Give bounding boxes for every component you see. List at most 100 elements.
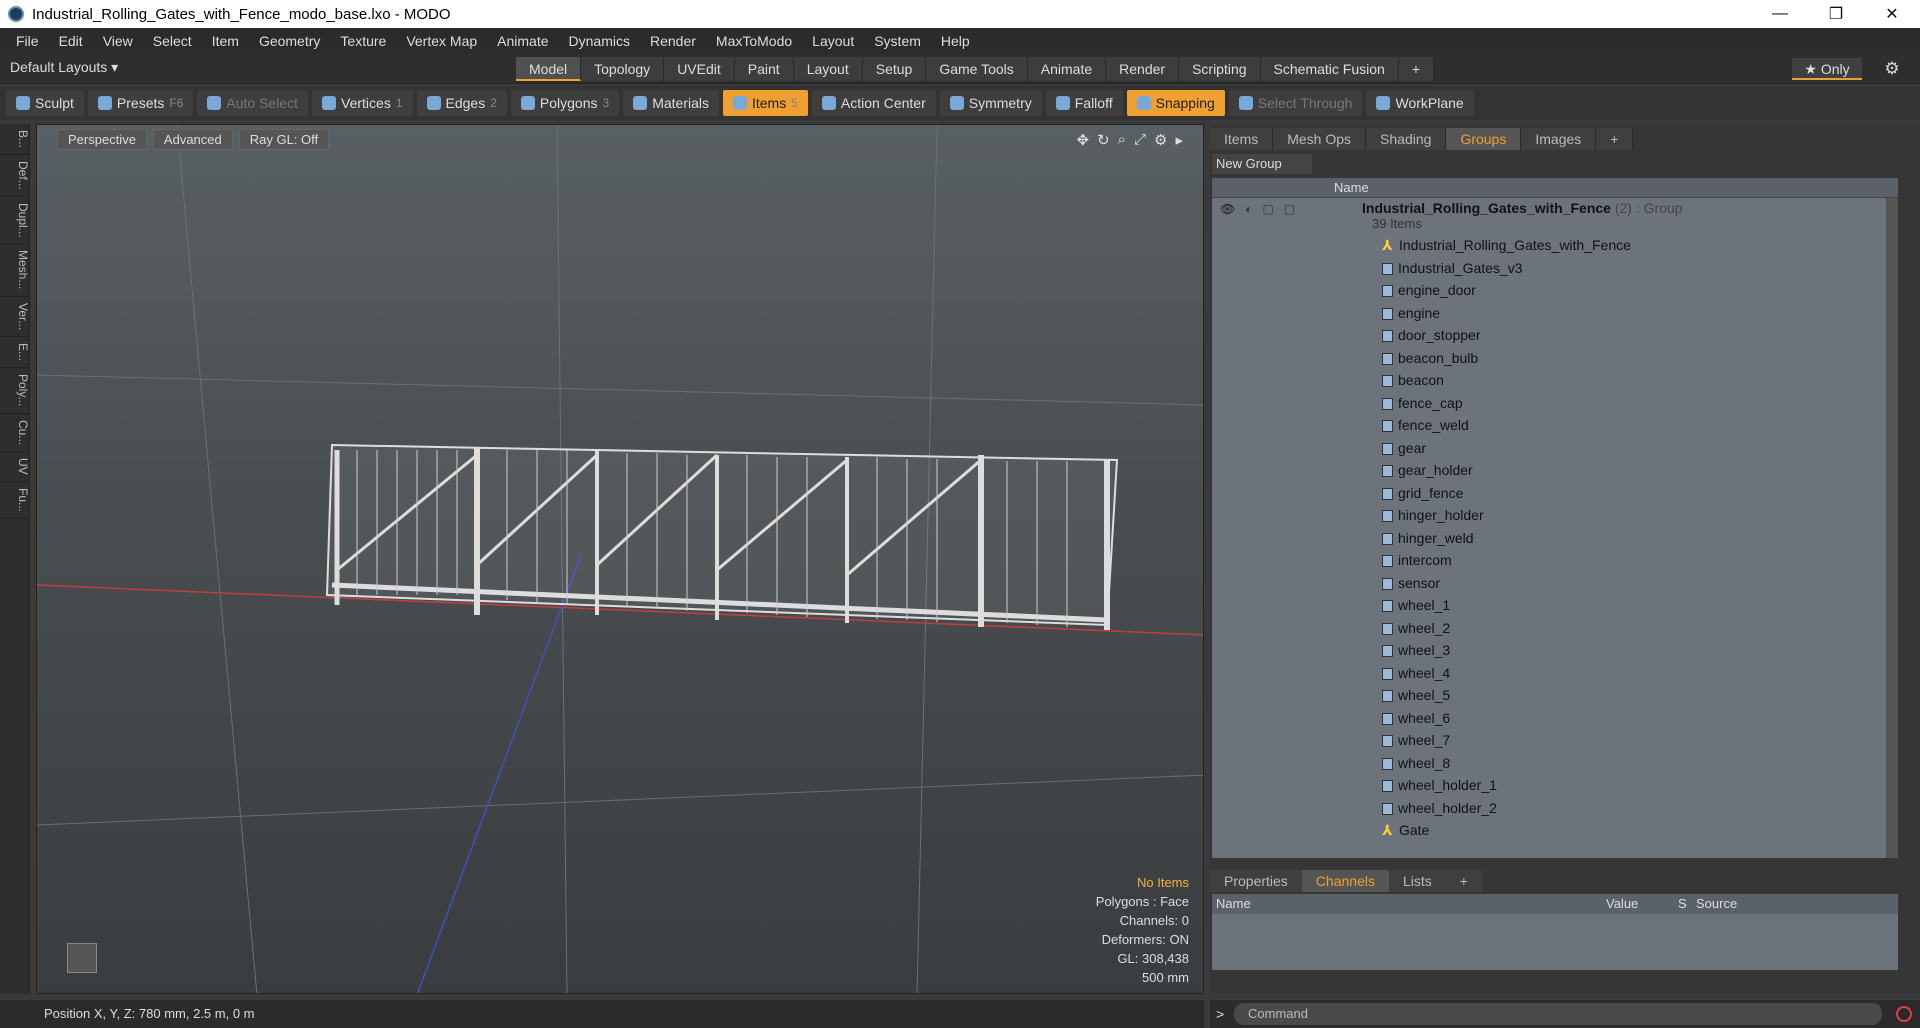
- tab-model[interactable]: Model: [516, 57, 582, 81]
- panel-tab-groups[interactable]: Groups: [1446, 128, 1522, 150]
- tab-schematic-fusion[interactable]: Schematic Fusion: [1260, 57, 1399, 81]
- left-strip-tab[interactable]: Ver...: [0, 297, 30, 338]
- tab-animate[interactable]: Animate: [1027, 57, 1107, 81]
- tab-render[interactable]: Render: [1106, 57, 1180, 81]
- raygl-button[interactable]: Ray GL: Off: [238, 129, 330, 150]
- minimize-icon[interactable]: —: [1752, 0, 1808, 28]
- falloff-button[interactable]: Falloff: [1045, 90, 1123, 116]
- list-item[interactable]: wheel_1: [1212, 594, 1898, 617]
- list-item[interactable]: fence_cap: [1212, 392, 1898, 415]
- menu-view[interactable]: View: [93, 33, 143, 49]
- panel-tab-items[interactable]: Items: [1210, 128, 1274, 150]
- list-item[interactable]: wheel_7: [1212, 729, 1898, 752]
- list-item[interactable]: hinger_holder: [1212, 504, 1898, 527]
- list-item[interactable]: hinger_weld: [1212, 527, 1898, 550]
- select-box-icon[interactable]: ▢: [1284, 202, 1295, 216]
- menu-select[interactable]: Select: [143, 33, 202, 49]
- left-strip-tab[interactable]: B...: [0, 124, 30, 156]
- left-strip-tab[interactable]: UV: [0, 452, 30, 482]
- perspective-button[interactable]: Perspective: [57, 129, 147, 150]
- list-item[interactable]: wheel_holder_2: [1212, 797, 1898, 820]
- symmetry-button[interactable]: Symmetry: [939, 90, 1042, 116]
- auto-select-button[interactable]: Auto Select: [197, 90, 309, 116]
- list-item[interactable]: ⅄ Industrial_Rolling_Gates_with_Fence: [1212, 234, 1898, 257]
- close-icon[interactable]: ✕: [1864, 0, 1920, 28]
- bottom-tab-lists[interactable]: Lists: [1388, 870, 1446, 892]
- command-input[interactable]: Command: [1234, 1003, 1882, 1025]
- snapping-button[interactable]: Snapping: [1126, 90, 1225, 116]
- menu-dynamics[interactable]: Dynamics: [559, 33, 640, 49]
- rotate-icon[interactable]: ↻: [1097, 131, 1110, 149]
- list-item[interactable]: Industrial_Gates_v3: [1212, 257, 1898, 280]
- 3d-viewport[interactable]: Perspective Advanced Ray GL: Off ✥ ↻ ⌕ ⤢…: [36, 124, 1204, 994]
- lock-box-icon[interactable]: ▢: [1262, 202, 1273, 216]
- left-strip-tab[interactable]: Mesh...: [0, 244, 30, 297]
- polygons-button[interactable]: Polygons 3: [510, 90, 620, 116]
- list-item[interactable]: engine_door: [1212, 279, 1898, 302]
- list-item[interactable]: wheel_8: [1212, 752, 1898, 775]
- panel-tab-mesh-ops[interactable]: Mesh Ops: [1273, 128, 1367, 150]
- menu-geometry[interactable]: Geometry: [249, 33, 330, 49]
- eye-icon[interactable]: 👁: [1220, 202, 1235, 216]
- bottom-tab-channels[interactable]: Channels: [1301, 870, 1389, 892]
- tab-topology[interactable]: Topology: [581, 57, 665, 81]
- default-layouts-dropdown[interactable]: Default Layouts ▾: [10, 59, 118, 76]
- list-item[interactable]: sensor: [1212, 572, 1898, 595]
- render-icon[interactable]: ◐: [1245, 202, 1252, 216]
- left-strip-tab[interactable]: Fu...: [0, 482, 30, 519]
- tab-layout[interactable]: Layout: [793, 57, 863, 81]
- list-item[interactable]: wheel_2: [1212, 617, 1898, 640]
- list-item[interactable]: gear: [1212, 437, 1898, 460]
- restore-icon[interactable]: ❐: [1808, 0, 1864, 28]
- left-strip-tab[interactable]: Cu...: [0, 414, 30, 452]
- gear-icon[interactable]: ⚙: [1880, 58, 1904, 80]
- list-item[interactable]: wheel_4: [1212, 662, 1898, 685]
- list-item[interactable]: beacon: [1212, 369, 1898, 392]
- new-group-button[interactable]: New Group: [1212, 154, 1312, 174]
- workplane-button[interactable]: WorkPlane: [1366, 90, 1474, 116]
- group-row[interactable]: 👁 ◐ ▢ ▢ Industrial_Rolling_Gates_with_Fe…: [1212, 198, 1898, 234]
- tab-scripting[interactable]: Scripting: [1179, 57, 1261, 81]
- left-strip-tab[interactable]: E...: [0, 337, 30, 369]
- sculpt-button[interactable]: Sculpt: [6, 90, 84, 116]
- list-item[interactable]: intercom: [1212, 549, 1898, 572]
- arrow-right-icon[interactable]: ▸: [1175, 131, 1183, 149]
- zoom-icon[interactable]: ⌕: [1118, 131, 1126, 149]
- record-icon[interactable]: [1896, 1006, 1912, 1022]
- list-item[interactable]: fence_weld: [1212, 414, 1898, 437]
- bottom-tab--[interactable]: +: [1445, 870, 1482, 892]
- left-strip-tab[interactable]: Def...: [0, 155, 30, 197]
- menu-item[interactable]: Item: [202, 33, 249, 49]
- advanced-button[interactable]: Advanced: [152, 129, 233, 150]
- only-button[interactable]: ★ Only: [1792, 58, 1862, 80]
- list-item[interactable]: wheel_holder_1: [1212, 774, 1898, 797]
- menu-layout[interactable]: Layout: [802, 33, 864, 49]
- list-item[interactable]: wheel_3: [1212, 639, 1898, 662]
- menu-edit[interactable]: Edit: [49, 33, 93, 49]
- panel-tab-shading[interactable]: Shading: [1366, 128, 1447, 150]
- items-button[interactable]: Items 5: [722, 90, 808, 116]
- presets-button[interactable]: Presets F6: [87, 90, 194, 116]
- panel-tab-images[interactable]: Images: [1521, 128, 1597, 150]
- materials-button[interactable]: Materials: [623, 90, 719, 116]
- menu-maxtomodo[interactable]: MaxToModo: [706, 33, 802, 49]
- list-item[interactable]: beacon_bulb: [1212, 347, 1898, 370]
- menu-animate[interactable]: Animate: [487, 33, 558, 49]
- panel-tab--[interactable]: +: [1596, 128, 1634, 150]
- bottom-tab-properties[interactable]: Properties: [1210, 870, 1302, 892]
- edges-button[interactable]: Edges 2: [416, 90, 507, 116]
- left-strip-tab[interactable]: Dupl...: [0, 197, 30, 245]
- maximize-icon[interactable]: ⤢: [1134, 131, 1146, 149]
- tab--[interactable]: +: [1398, 57, 1434, 81]
- list-item[interactable]: door_stopper: [1212, 324, 1898, 347]
- menu-file[interactable]: File: [6, 33, 49, 49]
- list-item[interactable]: grid_fence: [1212, 482, 1898, 505]
- list-item[interactable]: ⅄ Gate: [1212, 819, 1898, 842]
- tab-setup[interactable]: Setup: [862, 57, 927, 81]
- menu-vertex-map[interactable]: Vertex Map: [396, 33, 487, 49]
- menu-render[interactable]: Render: [640, 33, 706, 49]
- list-item[interactable]: gear_holder: [1212, 459, 1898, 482]
- tab-paint[interactable]: Paint: [734, 57, 794, 81]
- list-scrollbar[interactable]: [1886, 198, 1898, 858]
- menu-help[interactable]: Help: [931, 33, 980, 49]
